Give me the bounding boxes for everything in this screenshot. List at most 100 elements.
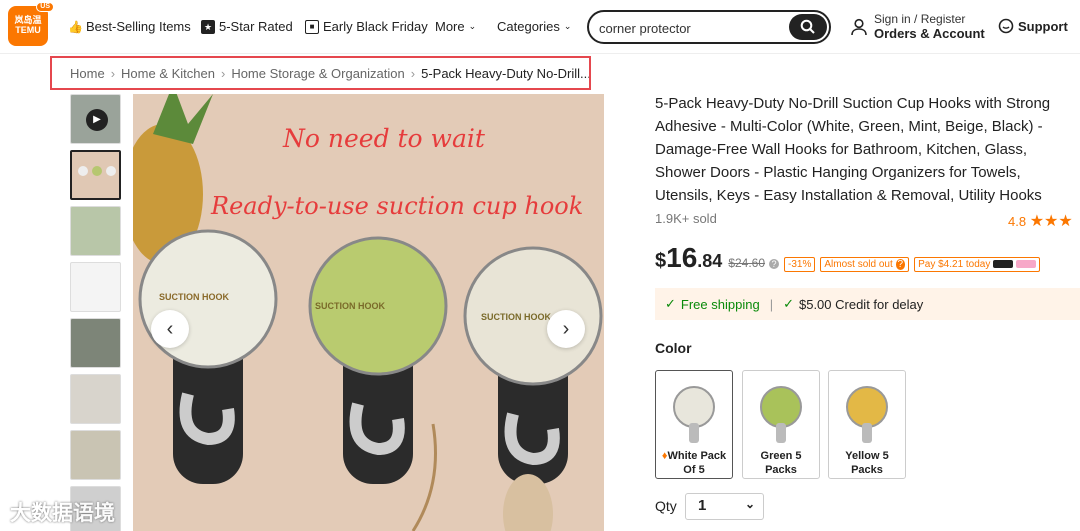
- hook-thumbnail: [846, 386, 888, 443]
- nav-more[interactable]: More ⌄: [435, 19, 476, 34]
- image-caption-1: No need to wait: [283, 124, 485, 153]
- color-option-green[interactable]: Green 5 Packs: [742, 370, 820, 479]
- qty-select[interactable]: 1 ⌄: [685, 493, 764, 520]
- option-label-line2: Of 5: [683, 464, 705, 476]
- region-badge: US: [36, 2, 54, 12]
- next-image-button[interactable]: ›: [547, 310, 585, 348]
- top-header: 岚岛温 TEMU US 👍 Best-Selling Items ★ 5-Sta…: [0, 0, 1080, 54]
- pay-later-label: Pay $4.21 today: [918, 259, 991, 270]
- breadcrumb-home[interactable]: Home: [70, 66, 105, 81]
- almost-sold-out-badge[interactable]: Almost sold out ?: [820, 257, 910, 272]
- qty-value: 1: [698, 497, 707, 514]
- rating-value: 4.8: [1008, 214, 1027, 229]
- nav-label: 5-Star Rated: [219, 19, 293, 34]
- chevron-right-icon: ›: [410, 65, 416, 81]
- chevron-right-icon: ›: [220, 65, 226, 81]
- search-input[interactable]: [599, 18, 789, 38]
- logo-line-2: TEMU: [15, 25, 41, 35]
- thumbs-up-icon: 👍: [68, 19, 83, 34]
- free-shipping-label: Free shipping: [680, 296, 760, 312]
- pay-later-badge[interactable]: Pay $4.21 today: [914, 257, 1040, 272]
- question-icon: ?: [895, 259, 906, 270]
- search-button[interactable]: [789, 14, 827, 40]
- thumbnail-image[interactable]: [70, 318, 121, 368]
- support-label: Support: [1018, 18, 1068, 34]
- temu-logo[interactable]: 岚岛温 TEMU US: [8, 2, 54, 46]
- chat-icon: [998, 18, 1014, 34]
- prev-image-button[interactable]: ‹: [151, 310, 189, 348]
- thumbnail-list: ▶: [70, 94, 122, 531]
- watermark: 大数据语境: [10, 502, 115, 525]
- shipping-banner[interactable]: ✓ Free shipping | ✓ $5.00 Credit for del…: [655, 288, 1080, 320]
- image-caption-2: Ready-to-use suction cup hook: [211, 192, 584, 220]
- option-label-line2: Packs: [851, 464, 883, 476]
- star-badge-icon: ★: [201, 19, 215, 34]
- thumbnail-image[interactable]: [70, 206, 121, 256]
- chevron-right-icon: ›: [110, 65, 116, 81]
- hook-shape: [92, 166, 102, 176]
- chevron-down-icon: ⌄: [563, 21, 572, 31]
- hook-shape: [78, 166, 88, 176]
- hook-label: SUCTION HOOK: [315, 301, 386, 311]
- nav-label: Categories: [497, 19, 560, 34]
- calendar-icon: ■: [305, 19, 319, 34]
- support-link[interactable]: Support: [998, 18, 1068, 34]
- chevron-right-icon: ›: [562, 317, 570, 340]
- product-title: 5-Pack Heavy-Duty No-Drill Suction Cup H…: [655, 95, 1051, 204]
- qty-label: Qty: [655, 498, 677, 514]
- color-label: Color: [655, 340, 692, 356]
- thumbnail-image[interactable]: [70, 430, 121, 480]
- play-icon: ▶: [86, 109, 108, 131]
- option-label-line1: Green 5: [760, 450, 802, 462]
- option-label-line1: White Pack: [667, 450, 727, 462]
- check-icon: ✓: [665, 296, 676, 311]
- rating[interactable]: 4.8 ★★★: [1008, 211, 1073, 231]
- thumbnail-image[interactable]: [70, 374, 121, 424]
- option-label-line1: Yellow 5: [845, 450, 889, 462]
- option-label: Green 5 Packs: [743, 449, 819, 477]
- breadcrumb: Home › Home & Kitchen › Home Storage & O…: [50, 56, 591, 90]
- thumbnail-video[interactable]: ▶: [70, 94, 121, 144]
- option-label: Yellow 5 Packs: [829, 449, 905, 477]
- nav-five-star[interactable]: ★ 5-Star Rated: [201, 19, 293, 34]
- breadcrumb-home-kitchen[interactable]: Home & Kitchen: [121, 66, 215, 81]
- nav-categories[interactable]: Categories ⌄: [497, 19, 571, 34]
- nav-best-selling[interactable]: 👍 Best-Selling Items: [68, 19, 191, 34]
- credit-label: $5.00 Credit for delay: [798, 296, 924, 312]
- hook-label: SUCTION HOOK: [481, 312, 552, 322]
- account-menu[interactable]: Sign in / Register Orders & Account: [850, 13, 985, 41]
- sold-count: 1.9K+ sold: [655, 211, 717, 226]
- chevron-left-icon: ‹: [166, 317, 174, 340]
- orders-account-text: Orders & Account: [874, 26, 985, 41]
- price-integer: 16: [666, 242, 698, 273]
- hook-label: SUCTION HOOK: [159, 292, 230, 302]
- thumbnail-image[interactable]: [70, 150, 121, 200]
- search-icon: [800, 19, 815, 34]
- search-box: [587, 10, 831, 44]
- user-icon: [851, 18, 867, 36]
- sign-in-text: Sign in / Register: [874, 12, 966, 26]
- color-option-white[interactable]: ♦White Pack Of 5: [655, 370, 733, 479]
- breadcrumb-current: 5-Pack Heavy-Duty No-Drill...: [421, 65, 591, 81]
- nav-label: Best-Selling Items: [86, 19, 191, 34]
- option-label: ♦White Pack Of 5: [656, 449, 732, 477]
- chevron-down-icon: ⌄: [744, 497, 755, 511]
- hook-thumbnail: [760, 386, 802, 443]
- nav-black-friday[interactable]: ■ Early Black Friday: [305, 19, 428, 34]
- afterpay-icon: [993, 260, 1014, 269]
- info-icon[interactable]: ?: [769, 259, 780, 269]
- price-currency: $: [655, 250, 667, 272]
- breadcrumb-storage[interactable]: Home Storage & Organization: [231, 66, 404, 81]
- thumbnail-image[interactable]: [70, 262, 121, 312]
- price-decimal: .84: [697, 251, 723, 271]
- discount-badge: -31%: [784, 257, 816, 272]
- nav-label: More: [435, 19, 465, 34]
- hook-shape: [106, 166, 116, 176]
- main-product-image: No need to wait Ready-to-use suction cup…: [133, 94, 604, 531]
- color-option-yellow[interactable]: Yellow 5 Packs: [828, 370, 906, 479]
- almost-sold-out-label: Almost sold out: [824, 259, 893, 270]
- option-label-line2: Packs: [765, 464, 797, 476]
- price-row: $ 16 .84 $24.60 ? -31% Almost sold out ?…: [655, 242, 1040, 274]
- check-icon: ✓: [783, 296, 794, 311]
- klarna-icon: [1015, 260, 1036, 269]
